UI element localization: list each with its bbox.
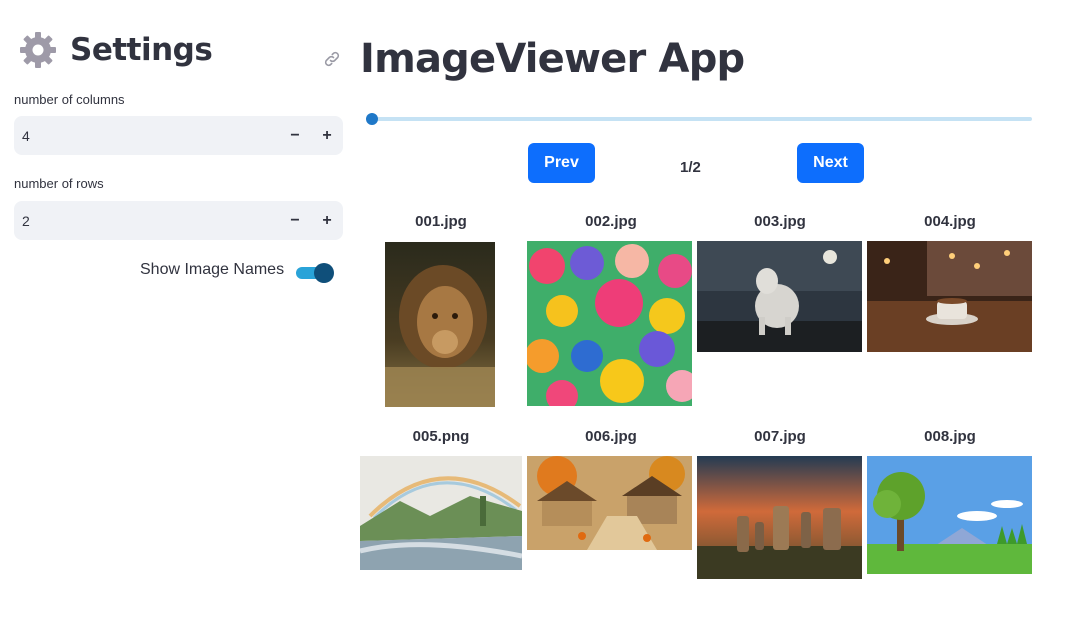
rows-decrement-button[interactable]: −: [279, 201, 311, 240]
image-flowers[interactable]: [527, 241, 692, 406]
slider-rail[interactable]: [372, 117, 1032, 121]
show-names-toggle[interactable]: [296, 260, 335, 283]
rows-increment-button[interactable]: +: [311, 201, 343, 240]
sidebar: Settings number of columns 4 − + number …: [0, 0, 355, 631]
image-caption-4: 004.jpg: [924, 213, 976, 230]
image-caption-6: 006.jpg: [585, 428, 637, 445]
page-indicator: 1/2: [680, 159, 701, 176]
settings-title: Settings: [70, 32, 213, 68]
image-caption-5: 005.png: [412, 428, 470, 445]
toggle-knob[interactable]: [314, 263, 335, 283]
image-autumn-village[interactable]: [527, 456, 692, 550]
page-title: ImageViewer App: [360, 36, 745, 82]
image-standing-stones[interactable]: [697, 456, 862, 579]
columns-increment-button[interactable]: +: [311, 116, 343, 155]
gear-icon: [18, 30, 58, 70]
settings-header: Settings: [18, 30, 213, 70]
show-names-toggle-row: Show Image Names: [140, 260, 335, 283]
image-caption-3: 003.jpg: [754, 213, 806, 230]
image-caption-7: 007.jpg: [754, 428, 806, 445]
image-caption-2: 002.jpg: [585, 213, 637, 230]
columns-stepper: 4 − +: [14, 116, 343, 155]
slider-thumb[interactable]: [366, 113, 378, 125]
columns-decrement-button[interactable]: −: [279, 116, 311, 155]
next-button[interactable]: Next: [797, 143, 864, 183]
image-caption-1: 001.jpg: [415, 213, 467, 230]
rows-input[interactable]: 2: [14, 213, 279, 229]
columns-input[interactable]: 4: [14, 128, 279, 144]
image-coffee[interactable]: [867, 241, 1032, 352]
image-wolf[interactable]: [697, 241, 862, 352]
prev-button[interactable]: Prev: [528, 143, 595, 183]
image-lion[interactable]: [385, 242, 495, 407]
page-slider[interactable]: [366, 110, 1032, 128]
show-names-label: Show Image Names: [140, 261, 285, 278]
image-rainbow-river[interactable]: [360, 456, 522, 570]
image-tree-meadow[interactable]: [867, 456, 1032, 574]
image-caption-8: 008.jpg: [924, 428, 976, 445]
rows-stepper: 2 − +: [14, 201, 343, 240]
link-icon[interactable]: [321, 48, 343, 70]
rows-label: number of rows: [14, 176, 104, 191]
columns-label: number of columns: [14, 92, 125, 107]
